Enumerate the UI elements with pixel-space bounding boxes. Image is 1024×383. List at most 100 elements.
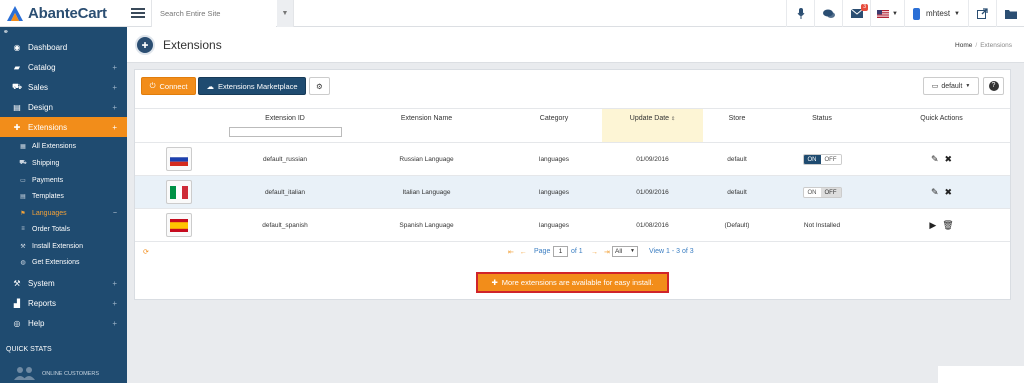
microphone-icon[interactable] — [786, 0, 814, 27]
toggle-off: OFF — [820, 154, 841, 164]
sidebar-item-system[interactable]: ⚒ System + — [0, 273, 127, 293]
credit-card-icon: ▭ — [20, 177, 26, 184]
extension-id-filter-input[interactable] — [228, 127, 342, 137]
quick-actions-cell: ✎ ✖ — [873, 175, 1010, 209]
plug-icon: ⏻ — [149, 81, 156, 90]
uninstall-icon[interactable]: ✖ — [945, 187, 953, 198]
search-input[interactable] — [152, 0, 276, 27]
table-header-status[interactable]: Status — [771, 108, 873, 143]
language-select[interactable]: ▼ — [870, 0, 904, 27]
folder-icon[interactable] — [996, 0, 1024, 27]
store-cell: default — [703, 175, 771, 209]
collapse-icon: − — [112, 209, 117, 217]
sidebar-item-label: System — [28, 278, 55, 288]
sidebar-sub-label: Get Extensions — [32, 258, 80, 266]
sidebar-item-sales[interactable]: ⛟ Sales + — [0, 77, 127, 97]
header-label: Category — [539, 115, 569, 122]
page-input[interactable]: 1 — [553, 246, 568, 257]
expand-icon: + — [112, 318, 117, 328]
sidebar-sub-payments[interactable]: ▭ Payments — [0, 172, 127, 188]
trash-icon[interactable]: 🗑 — [942, 220, 953, 231]
sidebar-sub-label: Payments — [32, 176, 64, 184]
table-row[interactable]: default_spanish Spanish Language languag… — [135, 208, 1010, 242]
update-date-cell: 01/09/2016 — [602, 175, 703, 209]
help-button[interactable]: ? — [983, 77, 1004, 95]
sidebar-sub-templates[interactable]: ▤ Templates — [0, 188, 127, 204]
page-title: Extensions — [163, 38, 222, 52]
toggle-on: ON — [803, 187, 821, 197]
chat-icon[interactable] — [814, 0, 842, 27]
status-toggle[interactable]: ON OFF — [802, 153, 842, 165]
sidebar-item-extensions[interactable]: ✚ Extensions + — [0, 117, 127, 137]
table-row[interactable]: default_italian Italian Language languag… — [135, 175, 1010, 209]
flag-cell — [135, 208, 223, 242]
more-extensions-button[interactable]: ✚ More extensions are available for easy… — [476, 272, 669, 293]
app-name: AbanteCart — [28, 5, 107, 22]
menu-toggle-icon[interactable] — [131, 6, 145, 20]
sidebar-sub-languages[interactable]: ⚑ Languages − — [0, 205, 127, 221]
table-row[interactable]: default_russian Russian Language languag… — [135, 142, 1010, 176]
header-label: Extension ID — [265, 115, 305, 122]
sidebar-sub-order-totals[interactable]: ≡ Order Totals — [0, 221, 127, 237]
refresh-icon[interactable]: ⟳ — [143, 248, 149, 256]
view-range: View 1 - 3 of 3 — [649, 248, 694, 255]
expand-icon: + — [112, 278, 117, 288]
per-page-value: All — [615, 248, 623, 255]
connect-button[interactable]: ⏻ Connect — [141, 77, 196, 95]
settings-button[interactable]: ⚙ — [309, 77, 330, 95]
header-label: Store — [728, 115, 746, 122]
link-icon[interactable]: ⚭ — [3, 28, 9, 36]
grid-icon: ▦ — [20, 143, 26, 150]
sidebar-sub-label: Shipping — [32, 159, 60, 167]
users-icon — [14, 366, 36, 380]
next-page-icons[interactable]: → ⇥ — [591, 248, 612, 256]
sidebar-item-dashboard[interactable]: ◉ Dashboard — [0, 37, 127, 57]
sidebar-item-catalog[interactable]: ▰ Catalog + — [0, 57, 127, 77]
per-page-select[interactable]: All ▼ — [612, 246, 638, 257]
table-header-store[interactable]: Store — [703, 108, 771, 143]
abantecart-logo-icon — [6, 5, 24, 23]
breadcrumb-home[interactable]: Home — [955, 42, 972, 49]
help-icon: ◎ — [13, 318, 21, 328]
sort-icon: ⇳ — [671, 116, 676, 122]
sidebar-item-reports[interactable]: ▟ Reports + — [0, 293, 127, 313]
sidebar-sub-install-extension[interactable]: ⚒ Install Extension — [0, 238, 127, 254]
edit-icon[interactable]: ✎ — [931, 187, 939, 198]
table-header-extension-id[interactable]: Extension ID — [223, 108, 347, 143]
sidebar-sub-get-extensions[interactable]: ◍ Get Extensions — [0, 254, 127, 270]
expand-icon: + — [112, 62, 117, 72]
quick-actions-cell: ▶ 🗑 — [873, 208, 1010, 242]
sidebar-sub-shipping[interactable]: ⛟ Shipping — [0, 155, 127, 171]
monitor-icon: ▭ — [931, 83, 939, 90]
sidebar-item-label: Sales — [28, 82, 49, 92]
list-icon: ≡ — [21, 226, 25, 232]
quick-actions-cell: ✎ ✖ — [873, 142, 1010, 176]
extensions-marketplace-button[interactable]: ☁ Extensions Marketplace — [198, 77, 306, 95]
uninstall-icon[interactable]: ✖ — [945, 154, 953, 165]
logo[interactable]: AbanteCart — [0, 0, 127, 27]
table-header-row: Extension ID Extension Name Category Upd… — [135, 108, 1010, 143]
table-header-category[interactable]: Category — [506, 108, 602, 143]
prev-page-icons[interactable]: ⇤ ← — [508, 248, 529, 256]
extensions-table: Extension ID Extension Name Category Upd… — [135, 108, 1010, 242]
phone-icon — [913, 7, 921, 20]
user-menu[interactable]: mhtest ▼ — [904, 0, 968, 27]
puzzle-icon: ✚ — [491, 278, 498, 287]
sidebar-item-help[interactable]: ◎ Help + — [0, 313, 127, 333]
table-header-update-date[interactable]: Update Date ⇳ — [602, 108, 703, 143]
table-header-extension-name[interactable]: Extension Name — [347, 108, 506, 143]
footer-strip — [938, 366, 1024, 383]
question-icon: ? — [988, 81, 999, 91]
search-dropdown-icon[interactable]: ▼ — [277, 0, 293, 27]
sidebar-sub-all-extensions[interactable]: ▦ All Extensions — [0, 138, 127, 154]
extension-name-cell: Spanish Language — [347, 208, 506, 242]
install-play-icon[interactable]: ▶ — [929, 220, 936, 231]
edit-icon[interactable]: ✎ — [931, 154, 939, 165]
store-select[interactable]: ▭ default ▼ — [923, 77, 979, 95]
status-toggle[interactable]: ON OFF — [802, 186, 842, 198]
envelope-icon[interactable]: 3 — [842, 0, 870, 27]
sidebar-item-label: Extensions — [28, 122, 68, 132]
sidebar-item-design[interactable]: ▤ Design + — [0, 97, 127, 117]
online-customers-label: ONLINE CUSTOMERS — [42, 371, 100, 377]
external-link-icon[interactable] — [968, 0, 996, 27]
